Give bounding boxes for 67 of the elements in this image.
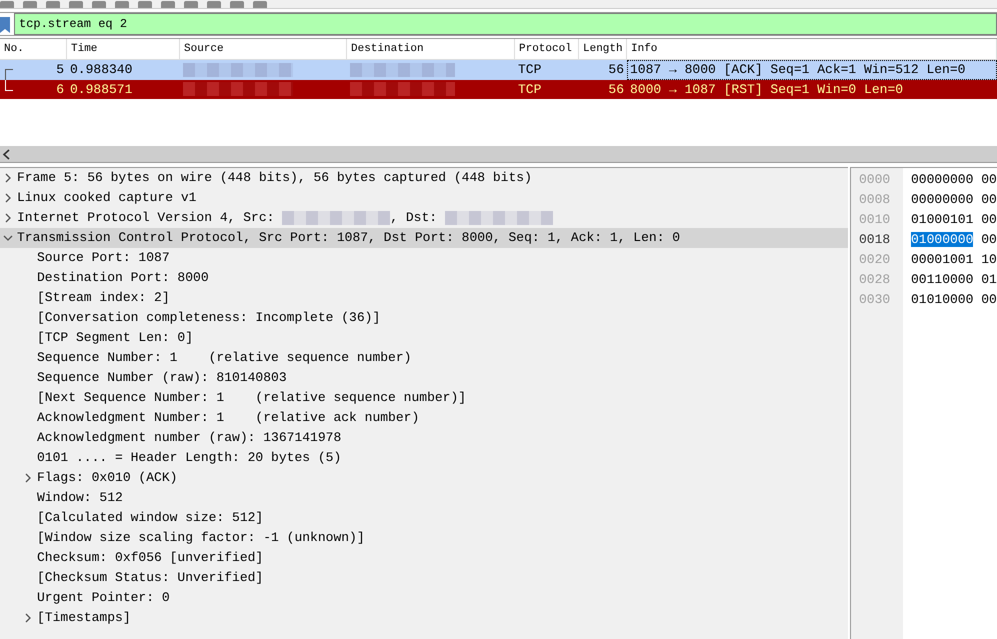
byte-value[interactable]: 01000000	[911, 232, 974, 247]
byte-value[interactable]: 00	[981, 212, 997, 227]
byte-offset: 0028	[859, 271, 892, 289]
byte-offset: 0000	[859, 171, 892, 189]
byte-value[interactable]: 01000101	[911, 212, 974, 227]
tree-item-text[interactable]: Sequence Number (raw): 810140803	[37, 368, 287, 388]
tree-item-text[interactable]: Sequence Number: 1 (relative sequence number)	[37, 348, 412, 368]
byte-value[interactable]: 00	[981, 292, 997, 307]
byte-value[interactable]: 01010000	[911, 292, 974, 307]
column-header[interactable]: Protocol	[515, 39, 579, 59]
tree-item-text[interactable]: , Dst:	[390, 208, 445, 228]
tree-item-text[interactable]: [TCP Segment Len: 0]	[37, 328, 194, 348]
packet-protocol: TCP	[517, 61, 542, 79]
tree-item-text[interactable]: [Conversation completeness: Incomplete (36)]	[37, 308, 380, 328]
byte-value[interactable]: 00000000	[911, 172, 974, 187]
byte-offset: 0008	[859, 191, 892, 209]
byte-offset: 0030	[859, 291, 892, 309]
bookmark-icon[interactable]	[0, 15, 10, 33]
byte-offset: 0018	[859, 231, 892, 249]
column-header[interactable]: Destination	[347, 39, 515, 59]
tree-item-text[interactable]: 0101 .... = Header Length: 20 bytes (5)	[37, 448, 342, 468]
tree-item-text[interactable]: Transmission Control Protocol, Src Port: 1087, Dst Port: 8000, Seq: 1, Ack: 1, Len: 0	[17, 228, 680, 248]
tree-item-text[interactable]: [Window size scaling factor: -1 (unknown)]	[37, 528, 365, 548]
byte-offset: 0010	[859, 211, 892, 229]
column-header[interactable]: Info	[627, 39, 997, 59]
byte-value[interactable]: 00110000	[911, 272, 974, 287]
byte-value[interactable]: 01	[981, 272, 997, 287]
tree-item-text[interactable]: Linux cooked capture v1	[17, 188, 196, 208]
byte-value[interactable]: 10	[981, 252, 997, 267]
tree-item-text[interactable]: Checksum: 0xf056 [unverified]	[37, 548, 264, 568]
tree-item-text[interactable]: [Timestamps]	[37, 608, 131, 628]
tree-item-text[interactable]: Acknowledgment number (raw): 1367141978	[37, 428, 342, 448]
byte-value[interactable]: 00	[981, 172, 997, 187]
packet-info: 8000 → 1087 [RST] Seq=1 Win=0 Len=0	[629, 80, 904, 98]
tree-item-text[interactable]: [Checksum Status: Unverified]	[37, 568, 264, 588]
packet-row[interactable]: 6 0.988571 TCP 56 8000 → 1087 [RST] Seq=1 Win=0 Len=0	[0, 80, 997, 99]
packet-number: 6	[56, 80, 64, 98]
packet-length: 56	[607, 80, 625, 98]
tree-item-text[interactable]: Frame 5: 56 bytes on wire (448 bits), 56 bytes captured (448 bits)	[17, 168, 532, 188]
tree-item-text[interactable]: Acknowledgment Number: 1 (relative ack number)	[37, 408, 420, 428]
packet-row[interactable]: 5 0.988340 TCP 56 1087 → 8000 [ACK] Seq=1 Ack=1 Win=512 Len=0	[0, 60, 997, 80]
byte-offset: 0020	[859, 251, 892, 269]
packet-protocol: TCP	[517, 80, 542, 98]
byte-value[interactable]: 00	[981, 192, 997, 207]
tree-item-text[interactable]: [Calculated window size: 512]	[37, 508, 264, 528]
byte-value[interactable]: 00000000	[911, 192, 974, 207]
tree-item-text[interactable]: Flags: 0x010 (ACK)	[37, 468, 178, 488]
byte-value[interactable]: 00001001	[911, 252, 974, 267]
display-filter-field[interactable]: tcp.stream eq 2	[14, 13, 997, 35]
byte-value[interactable]: 00	[981, 232, 997, 247]
packet-info: 1087 → 8000 [ACK] Seq=1 Ack=1 Win=512 Len=0	[627, 60, 997, 80]
tree-item-text[interactable]: Source Port: 1087	[37, 248, 170, 268]
packet-length: 56	[607, 61, 625, 79]
tree-item-text[interactable]: Internet Protocol Version 4, Src:	[17, 208, 282, 228]
column-header[interactable]: Source	[180, 39, 347, 59]
tree-item-text[interactable]: Window: 512	[37, 488, 123, 508]
packet-time: 0.988571	[69, 80, 134, 98]
tree-item-text[interactable]: Urgent Pointer: 0	[37, 588, 170, 608]
packet-number: 5	[56, 61, 64, 79]
tree-item-text[interactable]: [Stream index: 2]	[37, 288, 170, 308]
column-header[interactable]: Length	[579, 39, 627, 59]
scroll-left-icon[interactable]	[2, 148, 11, 160]
tree-item-text[interactable]: [Next Sequence Number: 1 (relative sequence number)]	[37, 388, 466, 408]
packet-time: 0.988340	[69, 61, 134, 79]
column-header[interactable]: No.	[0, 39, 67, 59]
tree-item-text[interactable]: Destination Port: 8000	[37, 268, 209, 288]
column-header[interactable]: Time	[67, 39, 180, 59]
